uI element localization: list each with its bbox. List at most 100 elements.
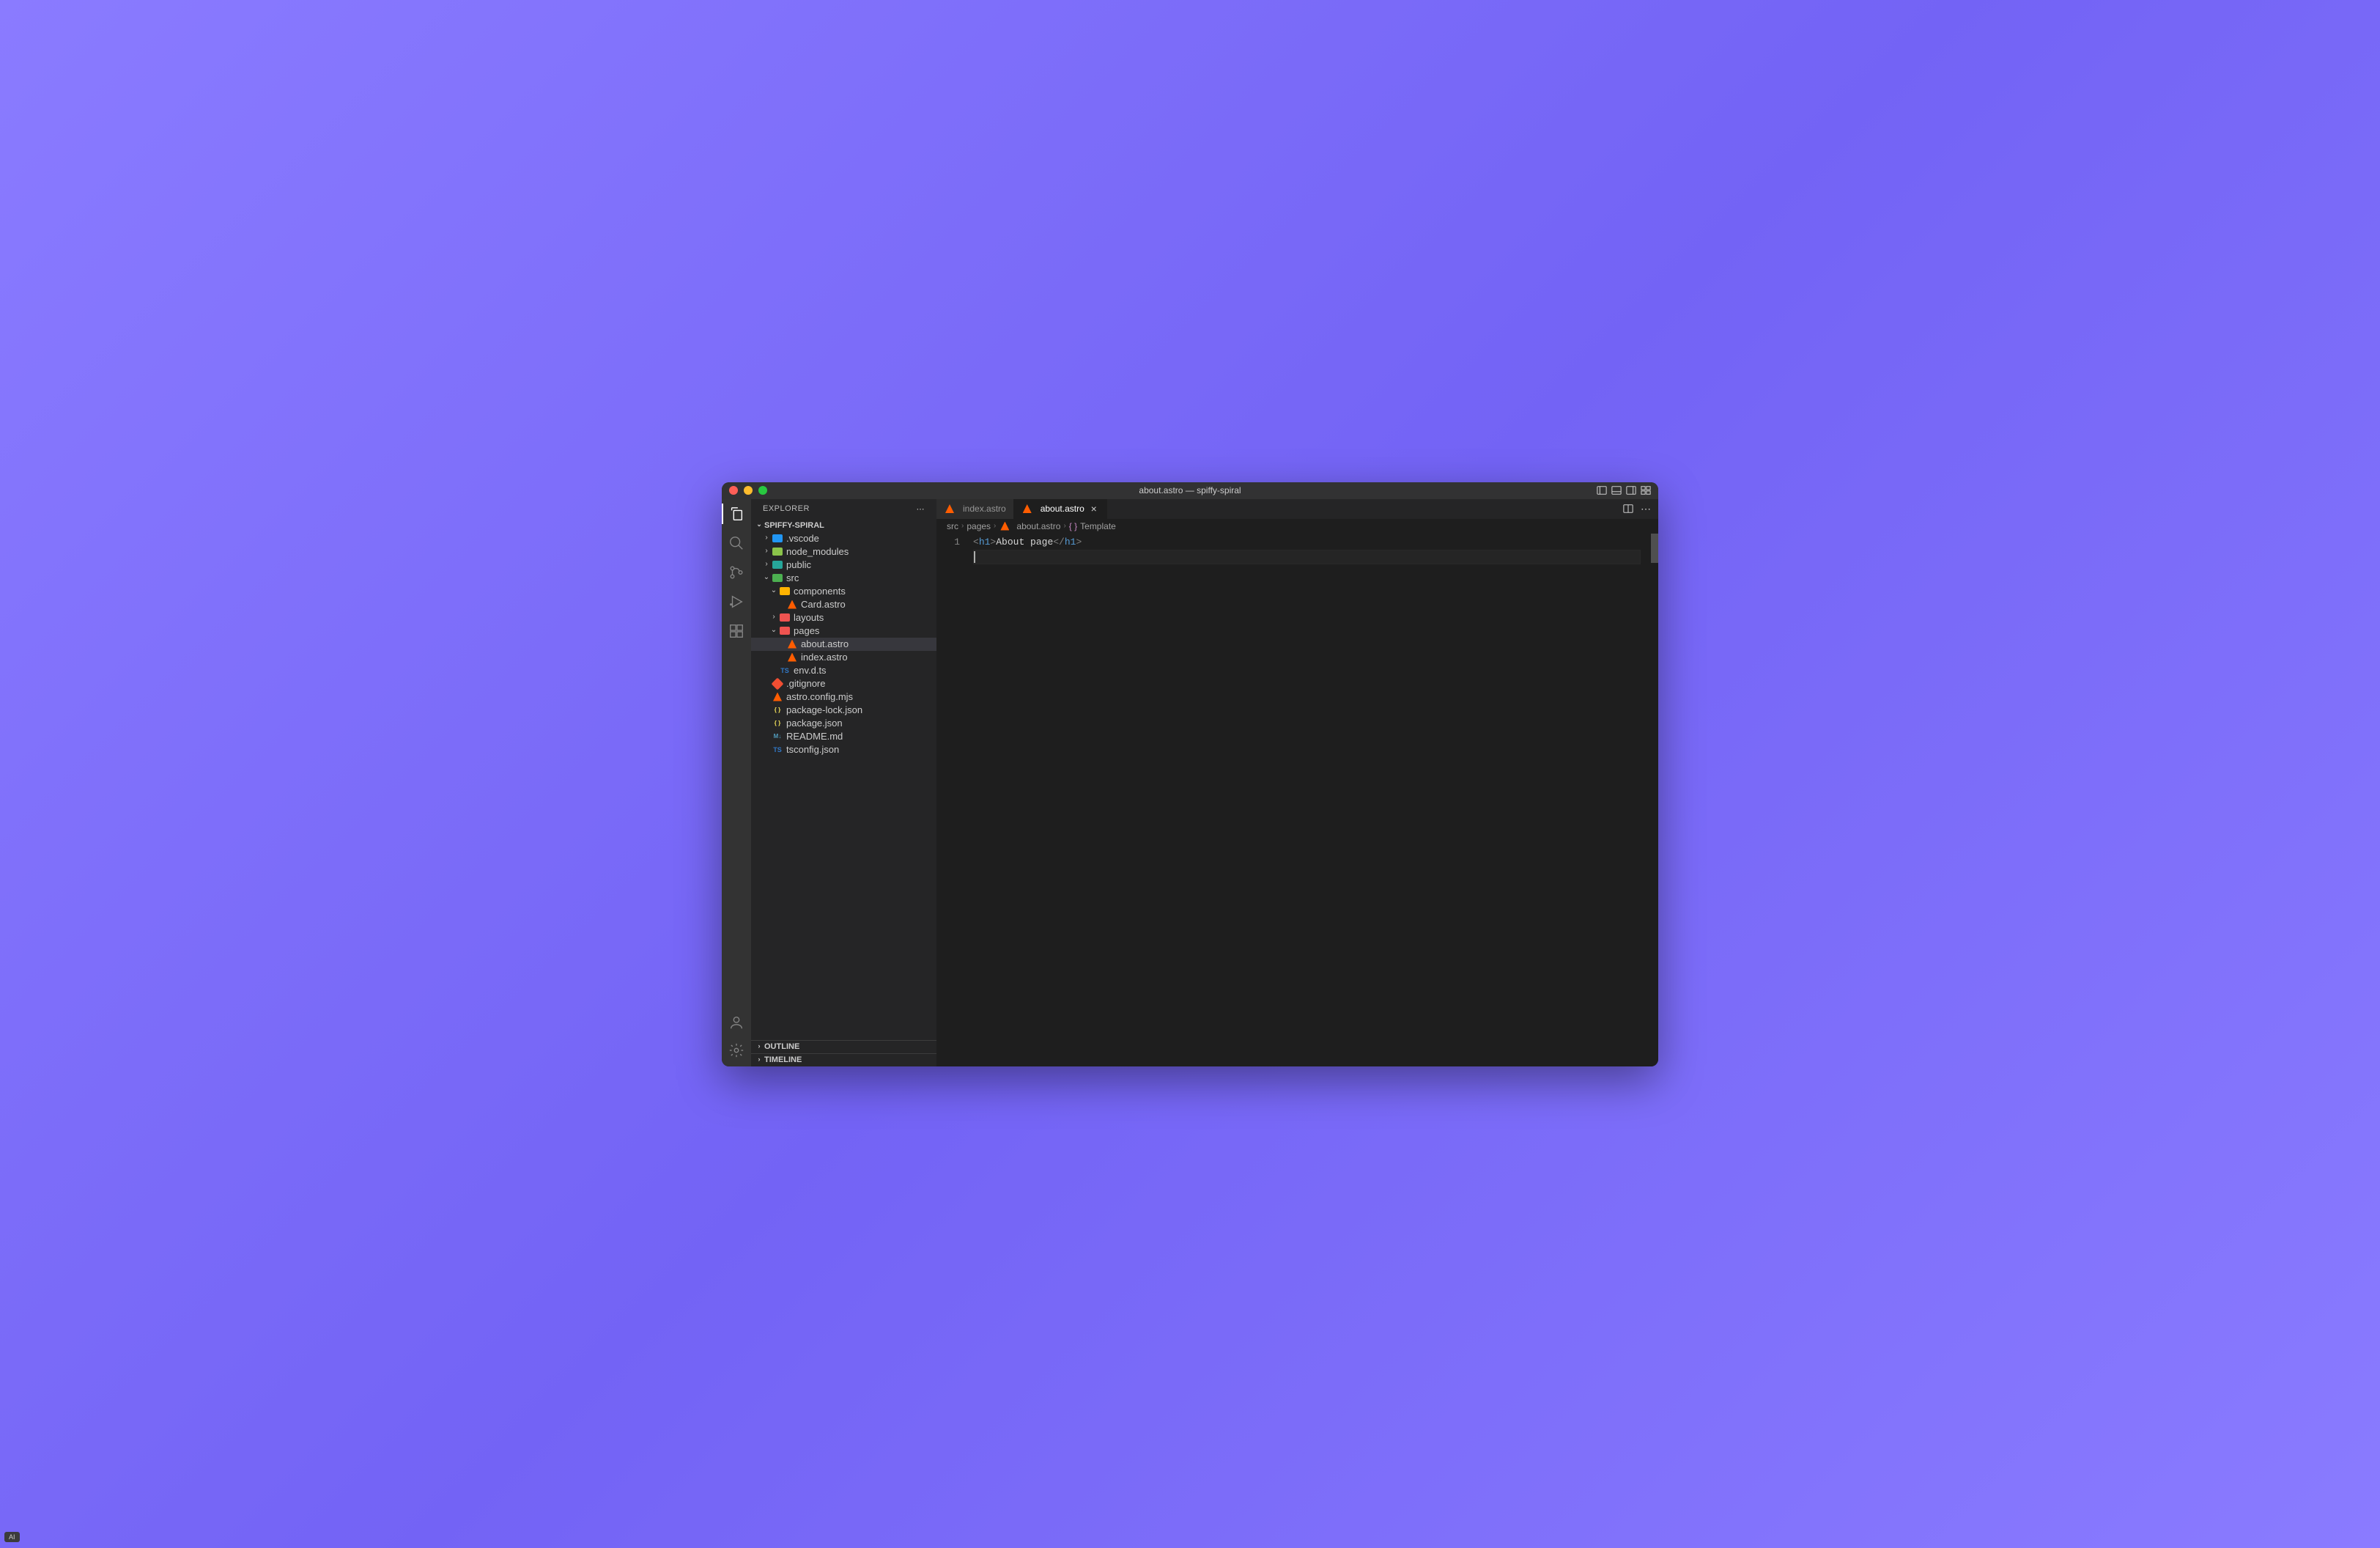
tree-item-label: .gitignore (786, 678, 825, 689)
tree-item[interactable]: Card.astro (751, 598, 936, 611)
breadcrumb-part[interactable]: about.astro (1016, 521, 1060, 531)
outline-section-header[interactable]: › OUTLINE (751, 1040, 936, 1053)
extensions-view-icon[interactable] (728, 622, 745, 640)
chevron-right-icon: › (1063, 522, 1065, 530)
text-cursor (974, 551, 975, 563)
astro-icon (786, 638, 798, 650)
folder-comp-icon (779, 586, 791, 597)
breadcrumb-part[interactable]: Template (1080, 521, 1116, 531)
scrollbar-thumb[interactable] (1651, 534, 1658, 563)
tree-item[interactable]: › .vscode (751, 532, 936, 545)
window-minimize-button[interactable] (744, 486, 753, 495)
astro-icon (1021, 503, 1033, 515)
chevron-down-icon: ⌄ (769, 586, 779, 594)
tree-item[interactable]: TStsconfig.json (751, 743, 936, 756)
line-number: 1 (936, 535, 960, 550)
editor-tab[interactable]: about.astro× (1014, 499, 1107, 519)
traffic-lights (729, 486, 767, 495)
astro-icon (786, 652, 798, 663)
folder-src-icon (772, 572, 783, 584)
explorer-more-icon[interactable]: ⋯ (917, 504, 925, 514)
tree-item-label: index.astro (801, 652, 848, 663)
breadcrumb-part[interactable]: pages (967, 521, 991, 531)
tree-item-label: package-lock.json (786, 704, 862, 715)
astro-icon (786, 599, 798, 611)
astro-icon (772, 691, 783, 703)
split-editor-icon[interactable] (1623, 504, 1633, 514)
toggle-primary-sidebar-icon[interactable] (1597, 485, 1607, 495)
code-area[interactable]: <h1>About page</h1> (973, 534, 1641, 1066)
source-control-view-icon[interactable] (728, 564, 745, 581)
run-debug-view-icon[interactable] (728, 593, 745, 611)
tree-item[interactable]: ›public (751, 559, 936, 572)
chevron-down-icon: ⌄ (761, 573, 772, 581)
timeline-section-header[interactable]: › TIMELINE (751, 1053, 936, 1066)
tree-item-label: .vscode (786, 533, 819, 544)
titlebar: about.astro — spiffy-spiral (722, 482, 1658, 499)
tree-item[interactable]: M↓README.md (751, 730, 936, 743)
editor-content[interactable]: 1 <h1>About page</h1> (936, 534, 1658, 1066)
tree-item-label: src (786, 572, 799, 583)
active-line-highlight (973, 550, 1641, 564)
folder-pages-icon (779, 625, 791, 637)
toggle-panel-icon[interactable] (1611, 485, 1622, 495)
tab-close-icon[interactable]: × (1089, 503, 1099, 515)
chevron-right-icon: › (961, 522, 964, 530)
tree-item[interactable]: { }package.json (751, 717, 936, 730)
line-number-gutter: 1 (936, 534, 973, 1066)
minimap[interactable] (1641, 534, 1651, 1066)
tree-item[interactable]: about.astro (751, 638, 936, 651)
tree-item[interactable]: ⌄ pages (751, 624, 936, 638)
astro-icon (999, 520, 1010, 532)
tree-item-label: astro.config.mjs (786, 691, 853, 702)
window-maximize-button[interactable] (758, 486, 767, 495)
astro-icon (944, 503, 956, 515)
chevron-right-icon: › (761, 560, 772, 568)
explorer-header: EXPLORER ⋯ (751, 499, 936, 519)
settings-gear-icon[interactable] (728, 1042, 745, 1059)
project-section-header[interactable]: ⌄ SPIFFY-SPIRAL (751, 519, 936, 532)
file-tree[interactable]: ›.vscode›node_modules›public⌄src⌄compone… (751, 532, 936, 1040)
vertical-scrollbar[interactable] (1651, 534, 1658, 1066)
explorer-view-icon[interactable] (728, 505, 745, 523)
tree-item[interactable]: ›node_modules (751, 545, 936, 559)
tree-item-label: tsconfig.json (786, 744, 839, 755)
chevron-right-icon: › (761, 534, 772, 542)
editor-tab[interactable]: index.astro (936, 499, 1014, 519)
tree-item[interactable]: ›layouts (751, 611, 936, 624)
tree-item[interactable]: ⌄ src (751, 572, 936, 585)
tabs-actions: ⋯ (1623, 499, 1658, 519)
window-close-button[interactable] (729, 486, 738, 495)
chevron-down-icon: ⌄ (769, 626, 779, 634)
tree-item-label: package.json (786, 718, 843, 729)
tree-item-label: about.astro (801, 638, 849, 649)
tree-item-label: env.d.ts (794, 665, 827, 676)
breadcrumbs[interactable]: src › pages › about.astro › { } Template (936, 519, 1658, 534)
tree-item-label: layouts (794, 612, 824, 623)
json-icon: { } (772, 718, 783, 729)
ts-icon: TS (779, 665, 791, 677)
tree-item[interactable]: { }package-lock.json (751, 704, 936, 717)
chevron-right-icon: › (761, 547, 772, 555)
activity-bar: AI (722, 499, 751, 1066)
folder-pub-icon (772, 559, 783, 571)
workbench-body: AI EXPLORER ⋯ ⌄ SPIFFY-SPIRAL › .vscode›n… (722, 499, 1658, 1066)
ts-icon: TS (772, 744, 783, 756)
tree-item[interactable]: astro.config.mjs (751, 690, 936, 704)
toggle-secondary-sidebar-icon[interactable] (1626, 485, 1636, 495)
search-view-icon[interactable] (728, 534, 745, 552)
tree-item[interactable]: .gitignore (751, 677, 936, 690)
titlebar-layout-controls (1597, 485, 1651, 495)
tree-item-label: pages (794, 625, 819, 636)
chevron-down-icon: ⌄ (754, 520, 764, 528)
folder-layout-icon (779, 612, 791, 624)
breadcrumb-part[interactable]: src (947, 521, 958, 531)
tree-item[interactable]: TSenv.d.ts (751, 664, 936, 677)
accounts-icon[interactable] (728, 1014, 745, 1031)
editor-area: index.astroabout.astro× ⋯ src › pages › … (936, 499, 1658, 1066)
tab-label: index.astro (963, 504, 1006, 514)
more-actions-icon[interactable]: ⋯ (1641, 503, 1651, 515)
customize-layout-icon[interactable] (1641, 485, 1651, 495)
tree-item[interactable]: ⌄components (751, 585, 936, 598)
tree-item[interactable]: index.astro (751, 651, 936, 664)
